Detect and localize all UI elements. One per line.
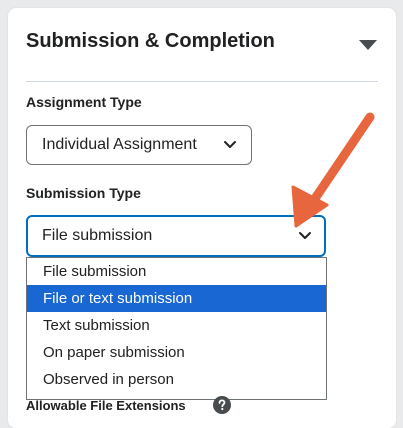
chevron-down-icon	[224, 141, 236, 148]
option-file-or-text-submission[interactable]: File or text submission	[27, 285, 326, 312]
help-circle-icon	[213, 396, 231, 414]
submission-completion-panel: Submission & Completion Assignment Type …	[8, 8, 396, 428]
submission-type-options: File submission File or text submission …	[26, 257, 327, 400]
submission-type-label: Submission Type	[26, 185, 141, 201]
assignment-type-select[interactable]: Individual Assignment	[26, 125, 252, 165]
option-file-submission[interactable]: File submission	[27, 258, 326, 285]
chevron-down-icon	[299, 232, 311, 239]
assignment-type-value: Individual Assignment	[42, 136, 197, 153]
help-icon-button[interactable]	[213, 396, 231, 414]
option-observed-in-person[interactable]: Observed in person	[27, 366, 326, 393]
option-text-submission[interactable]: Text submission	[27, 312, 326, 339]
submission-type-select[interactable]: File submission	[26, 215, 326, 257]
section-divider	[26, 81, 378, 82]
panel-header: Submission & Completion	[26, 30, 378, 62]
option-on-paper-submission[interactable]: On paper submission	[27, 339, 326, 366]
triangle-down-icon	[359, 40, 377, 50]
submission-type-value: File submission	[42, 227, 153, 244]
allowable-file-extensions-label: Allowable File Extensions	[26, 398, 186, 413]
assignment-type-label: Assignment Type	[26, 94, 142, 110]
panel-title: Submission & Completion	[26, 30, 275, 52]
collapse-toggle-button[interactable]	[358, 38, 378, 52]
